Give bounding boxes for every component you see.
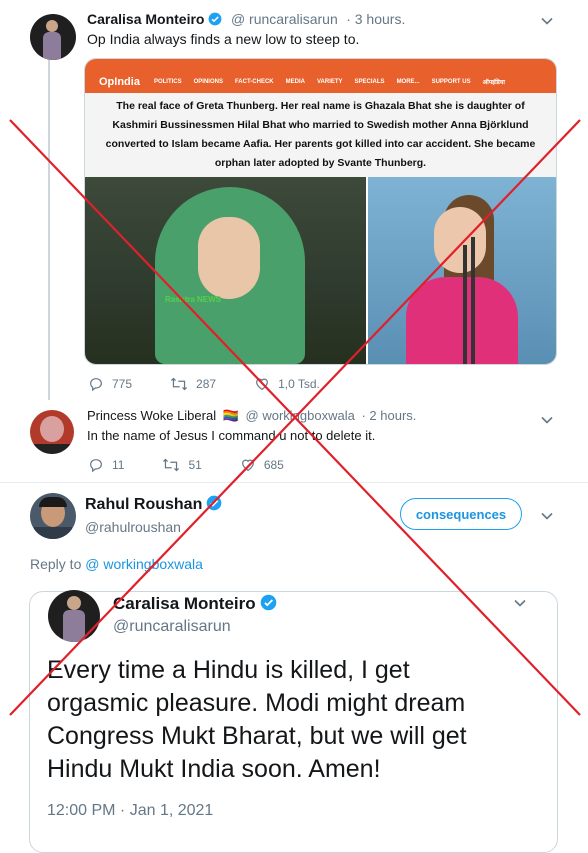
author-name[interactable]: Caralisa Monteiro (113, 594, 256, 613)
like-button[interactable]: 1,0 Tsd. (254, 376, 320, 392)
photo-right (367, 177, 556, 364)
heart-icon (241, 459, 254, 472)
author-name[interactable]: Caralisa Monteiro (87, 11, 204, 27)
tweet-time[interactable]: · 2 hours. (361, 408, 416, 423)
rainbow-flag-icon: 🏳️‍🌈 (222, 408, 239, 423)
reply-icon (90, 459, 102, 473)
verified-icon (207, 495, 222, 511)
author-handle[interactable]: @ workingboxwala (246, 408, 355, 423)
reply-to-link[interactable]: @ workingboxwala (85, 556, 203, 572)
reply-icon (90, 378, 102, 392)
author-handle[interactable]: @rahulroushan (85, 519, 181, 535)
avatar-caralisa-quoted[interactable] (48, 590, 100, 642)
media-headline: The real face of Greta Thunberg. Her rea… (85, 93, 556, 177)
separator (0, 482, 588, 483)
avatar-princess[interactable] (30, 410, 74, 454)
quoted-timestamp[interactable]: 12:00 PM · Jan 1, 2021 (47, 802, 213, 820)
heart-icon (256, 378, 268, 391)
tweet-text: Op India always finds a new low to steep… (87, 31, 360, 47)
chevron-down-icon[interactable] (540, 14, 554, 28)
chevron-down-icon[interactable] (540, 509, 554, 523)
retweet-button[interactable]: 51 (162, 457, 202, 473)
media-watermark: Rashtra NEWS (165, 295, 222, 304)
media-photos: Rashtra NEWS (85, 177, 556, 364)
verified-icon (260, 594, 276, 611)
retweet-button[interactable]: 287 (170, 376, 216, 392)
author-name[interactable]: Rahul Roushan (85, 496, 202, 513)
retweet-icon (163, 458, 180, 472)
opindia-logo: OpIndia (99, 76, 140, 88)
photo-left: Rashtra NEWS (85, 177, 366, 364)
chevron-down-icon[interactable] (513, 596, 527, 610)
reply-button[interactable]: 11 (88, 457, 124, 473)
consequences-button[interactable]: consequences (400, 498, 522, 530)
opindia-nav: OpIndia POLITICS OPINIONS FACT-CHECK MED… (85, 71, 556, 93)
reply-to-label: Reply to (30, 556, 82, 572)
avatar-caralisa[interactable] (30, 14, 76, 60)
thread-line (48, 60, 50, 400)
author-name[interactable]: Princess Woke Liberal (87, 408, 216, 423)
verified-icon (209, 12, 222, 26)
reply-button[interactable]: 775 (88, 376, 132, 392)
opindia-topbar (85, 59, 556, 71)
tweet-media[interactable]: OpIndia POLITICS OPINIONS FACT-CHECK MED… (84, 58, 557, 365)
like-button[interactable]: 685 (240, 457, 284, 473)
avatar-rahul[interactable] (30, 493, 76, 539)
tweet-time[interactable]: · 3 hours. (346, 11, 405, 27)
tweet-text: In the name of Jesus I command u not to … (87, 428, 376, 443)
author-handle[interactable]: @runcaralisarun (113, 618, 231, 636)
chevron-down-icon[interactable] (540, 413, 554, 427)
retweet-icon (170, 377, 188, 391)
author-handle[interactable]: @ runcaralisarun (231, 11, 338, 27)
quoted-tweet-text: Every time a Hindu is killed, I get orga… (47, 656, 467, 783)
